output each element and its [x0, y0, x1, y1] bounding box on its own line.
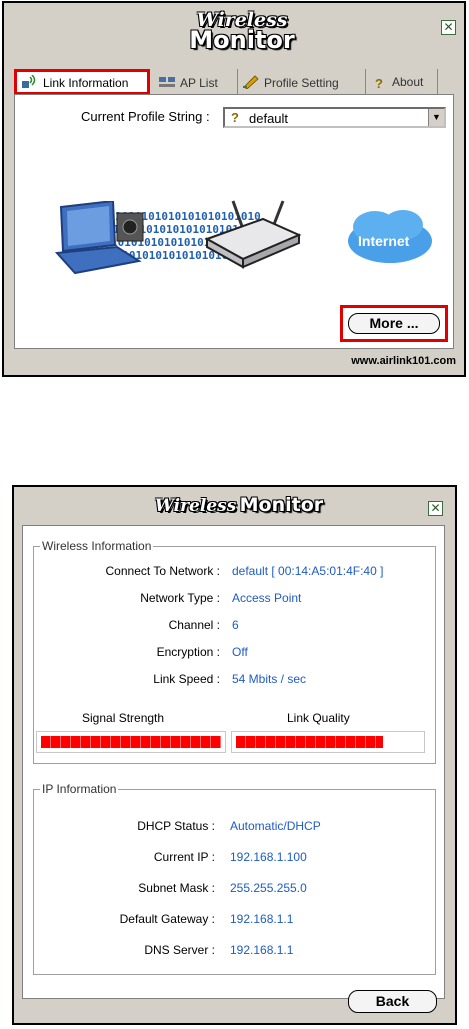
tab-about[interactable]: ? About: [366, 69, 438, 95]
info-label: Channel :: [168, 618, 220, 632]
info-row: Link Speed : 54 Mbits / sec: [34, 672, 437, 688]
info-row: Channel : 6: [34, 618, 437, 634]
info-label: DNS Server :: [144, 943, 215, 957]
signal-strength-label: Signal Strength: [82, 711, 165, 725]
info-label: Link Speed :: [153, 672, 220, 686]
info-row: DNS Server : 192.168.1.1: [34, 943, 437, 959]
wireless-monitor-logo: Wireless Monitor: [154, 496, 324, 515]
profile-select-value: default: [249, 111, 289, 126]
info-label: Default Gateway :: [119, 912, 215, 926]
signal-icon: [21, 74, 39, 89]
more-button[interactable]: More ...: [348, 313, 440, 334]
back-button[interactable]: Back: [348, 990, 437, 1013]
footer-url: www.airlink101.com: [351, 355, 456, 367]
signal-strength-fill: [41, 736, 221, 748]
link-information-window: Wireless Monitor ✕ Link Information AP L…: [2, 1, 466, 377]
question-icon: ?: [231, 110, 239, 125]
link-quality-label: Link Quality: [287, 711, 350, 725]
info-value: 192.168.1.1: [230, 943, 294, 957]
tab-label: Profile Setting: [264, 76, 339, 90]
more-button-highlight: More ...: [340, 305, 448, 342]
info-row: Current IP : 192.168.1.100: [34, 850, 437, 866]
info-row: DHCP Status : Automatic/DHCP: [34, 819, 437, 835]
logo-monitor-text: Monitor: [189, 26, 295, 54]
connection-illustration: 1010101010101010101010 10101010101010101…: [53, 199, 433, 289]
ip-information-group: IP Information DHCP Status : Automatic/D…: [33, 782, 437, 975]
wireless-information-group: Wireless Information Connect To Network …: [33, 539, 437, 764]
close-icon[interactable]: ✕: [441, 20, 456, 35]
tab-link-information[interactable]: Link Information: [14, 69, 150, 95]
pencil-icon: [242, 75, 260, 90]
tab-label: Link Information: [43, 76, 129, 90]
tab-label: AP List: [180, 76, 218, 90]
details-window: Wireless Monitor ✕ Wireless Information …: [12, 485, 457, 1025]
info-label: Subnet Mask :: [138, 881, 215, 895]
tab-ap-list[interactable]: AP List: [154, 69, 238, 95]
router-icon: [204, 200, 302, 269]
network-icon: [158, 75, 176, 89]
internet-label: Internet: [358, 233, 410, 249]
info-label: Current IP :: [153, 850, 215, 864]
info-row: Default Gateway : 192.168.1.1: [34, 912, 437, 928]
info-value: 192.168.1.1: [230, 912, 294, 926]
details-panel: Wireless Information Connect To Network …: [22, 525, 445, 999]
profile-select[interactable]: ? default ▼: [223, 107, 446, 128]
group-title: Wireless Information: [40, 539, 154, 553]
link-quality-fill: [236, 736, 383, 748]
question-icon: ?: [375, 76, 383, 91]
logo-wireless-text: Wireless: [154, 496, 237, 516]
info-row: Subnet Mask : 255.255.255.0: [34, 881, 437, 897]
info-label: Network Type :: [140, 591, 220, 605]
link-quality-meter: [231, 731, 425, 753]
info-value: 255.255.255.0: [230, 881, 307, 895]
info-value: default [ 00:14:A5:01:4F:40 ]: [232, 564, 384, 578]
wireless-monitor-logo: Wireless Monitor: [172, 11, 312, 54]
info-label: Encryption :: [156, 645, 220, 659]
info-value: 192.168.1.100: [230, 850, 307, 864]
info-value: 6: [232, 618, 239, 632]
profile-label: Current Profile String :: [81, 109, 210, 124]
signal-strength-meter: [36, 731, 226, 753]
logo-monitor-text: Monitor: [239, 494, 324, 516]
info-row: Network Type : Access Point: [34, 591, 437, 607]
group-title: IP Information: [40, 782, 119, 796]
info-value: 54 Mbits / sec: [232, 672, 307, 686]
info-value: Access Point: [232, 591, 302, 605]
close-icon[interactable]: ✕: [428, 501, 443, 516]
info-row: Encryption : Off: [34, 645, 437, 661]
info-row: Connect To Network : default [ 00:14:A5:…: [34, 564, 437, 580]
tab-label: About: [392, 75, 424, 89]
tab-bar: Link Information AP List Profile Setting…: [12, 69, 442, 95]
tab-profile-setting[interactable]: Profile Setting: [238, 69, 366, 95]
info-label: DHCP Status :: [137, 819, 215, 833]
laptop-icon: [54, 201, 144, 275]
chevron-down-icon[interactable]: ▼: [428, 109, 444, 126]
info-value: Automatic/DHCP: [230, 819, 321, 833]
info-label: Connect To Network :: [105, 564, 221, 578]
info-value: Off: [232, 645, 248, 659]
